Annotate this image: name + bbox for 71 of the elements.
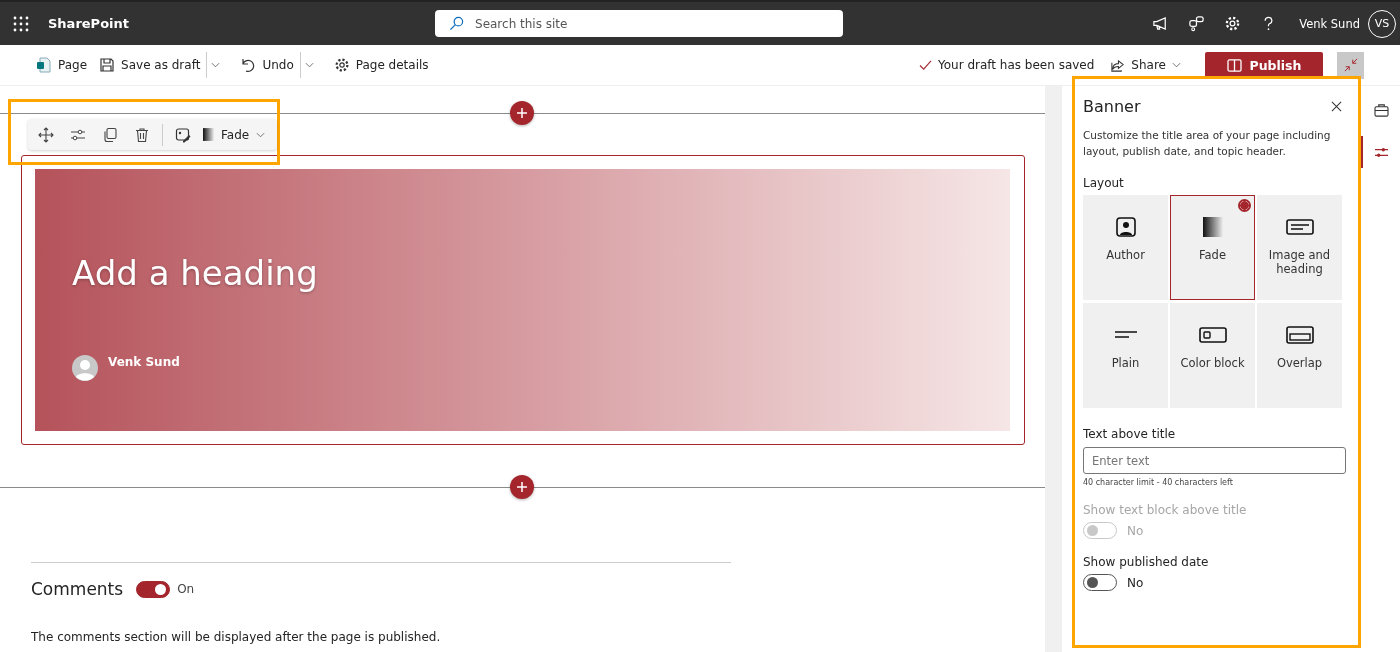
- undo-icon: [240, 57, 257, 73]
- checkmark-icon: [918, 59, 932, 71]
- layout-option[interactable]: Overlap: [1257, 303, 1342, 408]
- close-icon: [1330, 100, 1342, 112]
- author-name: Venk Sund: [108, 355, 180, 369]
- sliders-icon: [1373, 145, 1389, 159]
- toggle-label: Show text block above title: [1083, 503, 1248, 517]
- layout-dropdown[interactable]: Fade: [203, 127, 266, 142]
- chevron-icon: [1172, 62, 1181, 68]
- toolbox-icon: [1373, 103, 1389, 117]
- heading-card-icon: [1285, 219, 1314, 235]
- layout-option[interactable]: Image and heading: [1257, 195, 1342, 300]
- book-icon: [1226, 58, 1242, 72]
- toggle-state: No: [1127, 523, 1144, 538]
- share-icon: [1110, 57, 1126, 73]
- chevron-icon: [211, 62, 221, 68]
- collapse-button[interactable]: [1337, 51, 1364, 79]
- move-icon[interactable]: [38, 126, 54, 143]
- details-button[interactable]: Page details: [327, 50, 435, 80]
- share-button[interactable]: Share: [1104, 50, 1187, 80]
- search-field[interactable]: Search this site: [435, 10, 843, 37]
- chevron-icon: [256, 131, 266, 138]
- page-button[interactable]: Page: [30, 50, 94, 80]
- undo-button[interactable]: Undo: [234, 50, 300, 80]
- collapse-icon: [1343, 58, 1358, 72]
- panel-description: Customize the title area of your page including layout, publish date, and topic header.: [1083, 128, 1332, 159]
- layout-option[interactable]: Color block: [1170, 303, 1255, 408]
- field-label: Text above title: [1083, 427, 1177, 441]
- layout-option[interactable]: Plain: [1083, 303, 1168, 408]
- person-card-icon: [1115, 217, 1136, 237]
- overlap-icon: [1285, 326, 1314, 344]
- radio-button: [1238, 199, 1251, 212]
- save-status: Your draft has been saved: [937, 58, 1095, 72]
- plus-icon: [517, 108, 527, 118]
- plus-icon: [517, 482, 527, 492]
- gradient-icon: [203, 128, 214, 141]
- layout-option[interactable]: Fade: [1170, 195, 1255, 300]
- search-icon: [449, 16, 464, 31]
- app-launcher-icon[interactable]: [13, 15, 29, 32]
- character-limit-hint: 40 character limit - 40 characters left: [1083, 478, 1234, 487]
- page-icon: [36, 57, 52, 73]
- fade-icon: [1202, 217, 1223, 237]
- layout-label: Layout: [1083, 176, 1125, 190]
- comments-toggle[interactable]: [136, 580, 171, 598]
- color-block-icon: [1198, 327, 1227, 343]
- comments-note: The comments section will be displayed after the page is published.: [31, 630, 442, 644]
- delete-icon[interactable]: [134, 126, 150, 143]
- toggle-state: No: [1127, 575, 1144, 590]
- toggle-label: Show published date: [1083, 555, 1210, 569]
- chevron-icon: [304, 62, 314, 68]
- layout-option[interactable]: Author: [1083, 195, 1168, 300]
- text-above-title-field[interactable]: Enter text: [1083, 447, 1346, 474]
- settings-icon: [333, 57, 350, 73]
- copy-icon[interactable]: [102, 126, 118, 143]
- add-section-button[interactable]: [510, 475, 534, 499]
- toggle-state: On: [177, 582, 195, 596]
- settings-icon[interactable]: [1224, 15, 1242, 32]
- app-name[interactable]: SharePoint: [48, 16, 129, 31]
- comments-title: Comments: [31, 579, 124, 599]
- publish-button[interactable]: Publish: [1205, 52, 1323, 78]
- add-section-button[interactable]: [510, 101, 534, 125]
- panel-title: Banner: [1083, 96, 1141, 116]
- toggle-switch[interactable]: [1083, 574, 1117, 591]
- heading-field[interactable]: Add a heading: [72, 253, 318, 293]
- save-icon: [99, 57, 116, 73]
- text-lines-icon: [1114, 331, 1137, 339]
- user-name[interactable]: Venk Sund: [1299, 16, 1360, 31]
- chat-icon[interactable]: [1188, 15, 1206, 32]
- save-button[interactable]: Save as draft: [93, 50, 207, 80]
- avatar-icon: [72, 355, 98, 381]
- image-edit-icon[interactable]: [175, 126, 191, 143]
